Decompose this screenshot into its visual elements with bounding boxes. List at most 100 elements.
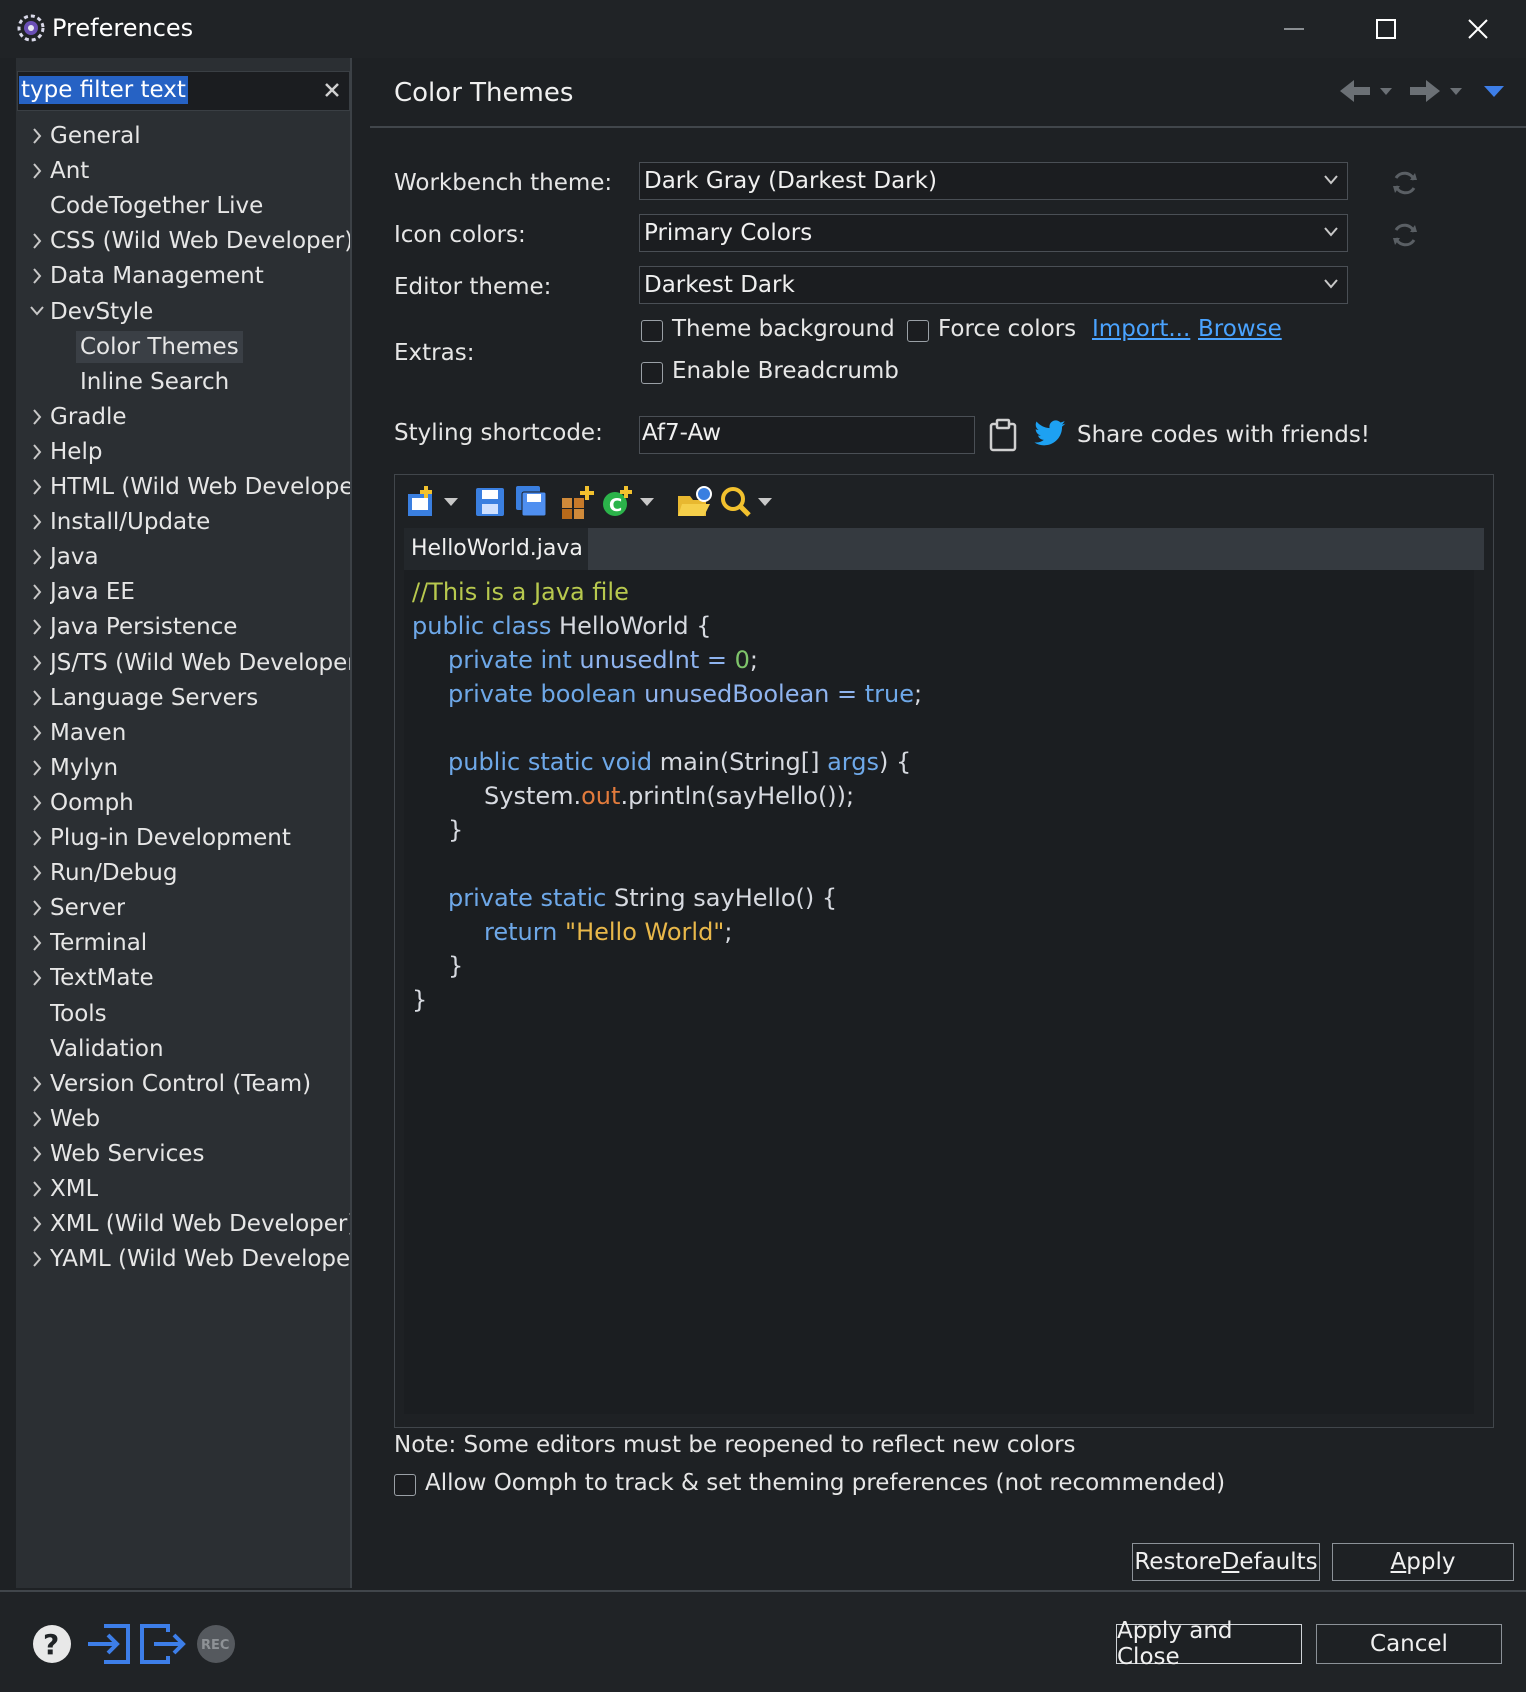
browse-link[interactable]: Browse	[1198, 316, 1282, 342]
tree-item-devstyle[interactable]: DevStyle	[50, 296, 153, 328]
minimize-button[interactable]	[1248, 0, 1340, 58]
import-link[interactable]: Import...	[1092, 316, 1190, 342]
refresh-icon-colors-icon[interactable]	[1390, 220, 1420, 250]
theme-background-checkbox[interactable]	[641, 320, 663, 342]
workbench-theme-select[interactable]: Dark Gray (Darkest Dark)	[639, 162, 1348, 200]
chevron-right-icon[interactable]	[30, 1068, 44, 1100]
tree-item-help[interactable]: Help	[50, 436, 102, 468]
tree-item-gradle[interactable]: Gradle	[50, 401, 127, 433]
tree-item-css-wild-web-developer[interactable]: CSS (Wild Web Developer)	[50, 225, 350, 257]
tree-item-general[interactable]: General	[50, 120, 141, 152]
tree-item-java-persistence[interactable]: Java Persistence	[50, 611, 237, 643]
tree-item-codetogether-live[interactable]: CodeTogether Live	[50, 190, 263, 222]
open-folder-icon[interactable]	[676, 484, 716, 520]
panel-splitter[interactable]	[350, 58, 370, 1588]
chevron-right-icon[interactable]	[30, 1243, 44, 1275]
tree-item-xml[interactable]: XML	[50, 1173, 98, 1205]
chevron-right-icon[interactable]	[30, 822, 44, 854]
save-icon[interactable]	[474, 486, 506, 518]
clear-filter-button[interactable]	[322, 76, 342, 104]
enable-breadcrumb-checkbox[interactable]	[641, 362, 663, 384]
tree-item-inline-search[interactable]: Inline Search	[80, 366, 229, 398]
chevron-right-icon[interactable]	[30, 962, 44, 994]
chevron-right-icon[interactable]	[30, 155, 44, 187]
tree-item-tools[interactable]: Tools	[50, 998, 107, 1030]
chevron-right-icon[interactable]	[30, 541, 44, 573]
refresh-workbench-icon[interactable]	[1390, 168, 1420, 198]
chevron-right-icon[interactable]	[30, 1208, 44, 1240]
tree-item-validation[interactable]: Validation	[50, 1033, 164, 1065]
tree-item-run-debug[interactable]: Run/Debug	[50, 857, 178, 889]
tree-item-yaml-wild-web-develope[interactable]: YAML (Wild Web Develope	[50, 1243, 350, 1275]
tree-item-web[interactable]: Web	[50, 1103, 100, 1135]
tree-item-java-ee[interactable]: Java EE	[50, 576, 135, 608]
view-menu-icon[interactable]	[1482, 84, 1506, 100]
tree-item-web-services[interactable]: Web Services	[50, 1138, 204, 1170]
chevron-right-icon[interactable]	[30, 1138, 44, 1170]
new-package-icon[interactable]	[560, 484, 596, 520]
tree-item-html-wild-web-develope[interactable]: HTML (Wild Web Develope	[50, 471, 350, 503]
tree-item-mylyn[interactable]: Mylyn	[50, 752, 118, 784]
forward-arrow-icon[interactable]	[1408, 76, 1468, 106]
chevron-right-icon[interactable]	[30, 471, 44, 503]
chevron-right-icon[interactable]	[30, 225, 44, 257]
chevron-right-icon[interactable]	[30, 260, 44, 292]
restore-defaults-button[interactable]: Restore Defaults	[1132, 1543, 1320, 1581]
apply-and-close-button[interactable]: Apply and Close	[1116, 1618, 1302, 1670]
back-arrow-icon[interactable]	[1338, 76, 1398, 106]
chevron-right-icon[interactable]	[30, 787, 44, 819]
export-icon[interactable]	[138, 1622, 186, 1666]
cancel-button[interactable]: Cancel	[1316, 1624, 1502, 1664]
apply-button[interactable]: Apply	[1332, 1543, 1514, 1581]
chevron-right-icon[interactable]	[30, 682, 44, 714]
tree-item-java[interactable]: Java	[50, 541, 99, 573]
code-line-1: //This is a Java file	[412, 578, 629, 606]
styling-shortcode-value[interactable]: Af7-Aw	[642, 420, 721, 446]
chevron-right-icon[interactable]	[30, 436, 44, 468]
tree-item-js-ts-wild-web-developer[interactable]: JS/TS (Wild Web Developer	[50, 647, 350, 679]
close-window-button[interactable]	[1432, 0, 1524, 58]
tree-item-server[interactable]: Server	[50, 892, 125, 924]
chevron-right-icon[interactable]	[30, 892, 44, 924]
clipboard-icon[interactable]	[988, 418, 1018, 452]
tree-item-maven[interactable]: Maven	[50, 717, 126, 749]
search-icon[interactable]	[718, 484, 778, 520]
tree-item-ant[interactable]: Ant	[50, 155, 89, 187]
tree-item-version-control-team[interactable]: Version Control (Team)	[50, 1068, 311, 1100]
chevron-right-icon[interactable]	[30, 401, 44, 433]
editor-theme-select[interactable]: Darkest Dark	[639, 266, 1348, 304]
chevron-right-icon[interactable]	[30, 927, 44, 959]
new-file-icon[interactable]	[406, 484, 466, 520]
twitter-icon[interactable]	[1033, 420, 1067, 448]
chevron-down-icon[interactable]	[30, 296, 44, 328]
help-icon[interactable]: ?	[32, 1624, 72, 1664]
save-all-icon[interactable]	[514, 484, 548, 518]
tree-item-plug-in-development[interactable]: Plug-in Development	[50, 822, 291, 854]
chevron-right-icon[interactable]	[30, 1173, 44, 1205]
new-class-icon[interactable]: C	[600, 484, 660, 520]
oomph-tracking-checkbox[interactable]	[394, 1474, 416, 1496]
record-icon[interactable]: REC	[196, 1624, 236, 1664]
icon-colors-select[interactable]: Primary Colors	[639, 214, 1348, 252]
chevron-right-icon[interactable]	[30, 611, 44, 643]
chevron-right-icon[interactable]	[30, 717, 44, 749]
tree-item-xml-wild-web-developer[interactable]: XML (Wild Web Developer)	[50, 1208, 350, 1240]
tree-item-terminal[interactable]: Terminal	[50, 927, 147, 959]
chevron-right-icon[interactable]	[30, 576, 44, 608]
chevron-right-icon[interactable]	[30, 647, 44, 679]
tree-item-install-update[interactable]: Install/Update	[50, 506, 210, 538]
chevron-right-icon[interactable]	[30, 1103, 44, 1135]
tree-item-textmate[interactable]: TextMate	[50, 962, 154, 994]
tree-item-color-themes[interactable]: Color Themes	[76, 330, 243, 363]
chevron-right-icon[interactable]	[30, 752, 44, 784]
force-colors-checkbox[interactable]	[907, 320, 929, 342]
chevron-right-icon[interactable]	[30, 506, 44, 538]
tree-item-language-servers[interactable]: Language Servers	[50, 682, 258, 714]
filter-input-text[interactable]: type filter text	[19, 76, 188, 104]
tree-item-data-management[interactable]: Data Management	[50, 260, 264, 292]
import-icon[interactable]	[86, 1622, 132, 1666]
chevron-right-icon[interactable]	[30, 120, 44, 152]
chevron-right-icon[interactable]	[30, 857, 44, 889]
tree-item-oomph[interactable]: Oomph	[50, 787, 134, 819]
maximize-button[interactable]	[1340, 0, 1432, 58]
